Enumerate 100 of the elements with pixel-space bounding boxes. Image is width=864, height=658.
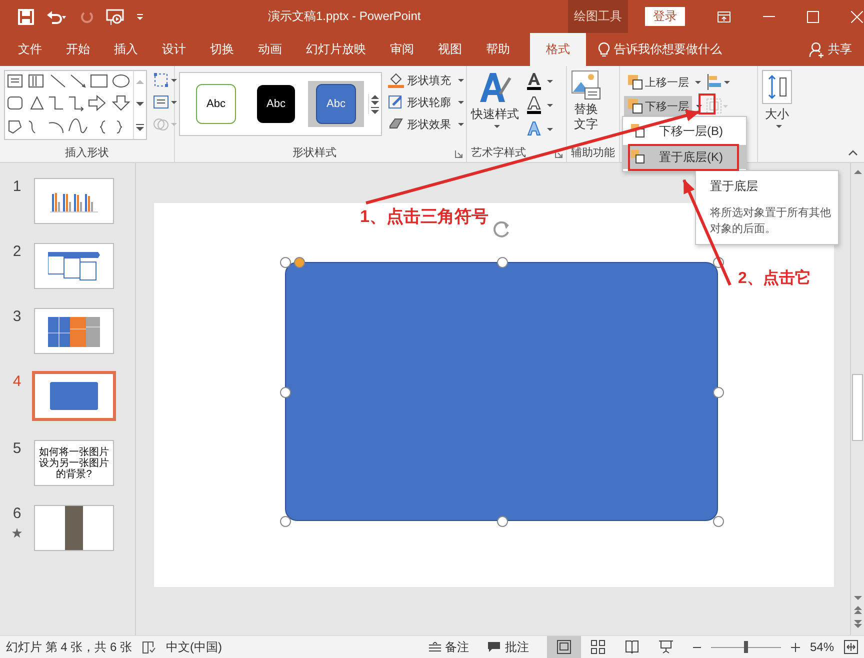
ribbon-tab[interactable]: 帮助: [474, 33, 522, 66]
book-icon: [624, 640, 639, 654]
close-icon[interactable]: [851, 10, 863, 22]
minimize-icon[interactable]: [763, 16, 775, 18]
slide-number: 2: [12, 243, 22, 260]
group-objects-icon[interactable]: [706, 98, 728, 114]
scroll-down-icon[interactable]: [371, 100, 379, 106]
zoom-percent[interactable]: 54%: [810, 640, 834, 654]
bring-forward-button[interactable]: 上移一层: [624, 72, 704, 92]
zoom-in-icon[interactable]: [790, 642, 800, 652]
layers-icon: [627, 98, 643, 114]
slideshow-icon[interactable]: [106, 8, 124, 26]
menu-item[interactable]: 下移一层(B): [623, 119, 746, 143]
annotation-text: 1、点击三角符号: [360, 206, 488, 228]
tell-me-search[interactable]: 告诉我你想要做什么: [598, 33, 722, 66]
text-effects-icon[interactable]: [525, 120, 555, 138]
scroll-up-icon[interactable]: [854, 169, 862, 175]
ribbon-tab[interactable]: 插入: [102, 33, 150, 66]
alt-text-button[interactable]: 替换文字: [571, 70, 601, 132]
scroll-up-icon[interactable]: [371, 94, 379, 100]
shape-format-button[interactable]: 形状填充: [388, 72, 464, 88]
text-fill-icon[interactable]: [525, 72, 555, 90]
resize-handle[interactable]: [713, 516, 724, 527]
fit-to-window-icon[interactable]: [844, 640, 858, 654]
more-icon[interactable]: [136, 123, 144, 131]
slide-number: 4: [12, 373, 22, 390]
resize-handle[interactable]: [280, 257, 291, 268]
rectangle-drawing: [50, 382, 98, 410]
dialog-launcher-icon[interactable]: [555, 150, 563, 158]
style-preset[interactable]: Abc: [308, 81, 364, 127]
adjust-handle[interactable]: [294, 257, 305, 268]
menu-item[interactable]: 置于底层(K): [623, 145, 746, 169]
slide-thumbnail[interactable]: [34, 505, 114, 551]
layers-icon: [627, 74, 643, 90]
slide-thumbnail[interactable]: [34, 243, 114, 289]
ribbon-tab[interactable]: 设计: [150, 33, 198, 66]
ribbon-tab[interactable]: 幻灯片放映: [294, 33, 378, 66]
login-button[interactable]: 登录: [645, 7, 685, 26]
normal-view-icon: [556, 640, 571, 654]
slide-thumbnail[interactable]: [32, 371, 116, 421]
resize-handle[interactable]: [713, 386, 724, 398]
layers-icon: [631, 150, 645, 164]
ribbon-tab[interactable]: 文件: [6, 33, 54, 66]
resize-handle[interactable]: [280, 516, 291, 527]
scroll-thumb[interactable]: [852, 374, 863, 441]
share-button[interactable]: 共享: [809, 33, 852, 66]
slide-count: 幻灯片 第 4 张，共 6 张: [6, 638, 132, 656]
group-label: 辅助功能: [571, 146, 615, 161]
comments-button[interactable]: 批注: [486, 638, 529, 656]
context-tab-label: 绘图工具: [568, 0, 628, 33]
quick-styles-button[interactable]: 快速样式: [471, 70, 519, 128]
highlight-frame: [698, 94, 716, 114]
boxes-drawing: [48, 250, 100, 282]
lightbulb-icon: [598, 42, 610, 58]
text-box-icon[interactable]: [153, 94, 177, 110]
next-slide-icon[interactable]: [854, 619, 862, 629]
shape-format-button[interactable]: 形状效果: [388, 116, 464, 132]
picture-icon: [571, 70, 601, 100]
edit-shape-icon[interactable]: [153, 72, 177, 88]
shapes-gallery[interactable]: [4, 70, 147, 140]
scroll-down-icon[interactable]: [854, 595, 862, 601]
more-icon[interactable]: [371, 106, 379, 114]
group-label: 艺术字样式: [471, 146, 527, 161]
language-label[interactable]: 中文(中国): [166, 638, 222, 656]
slide-thumbnail[interactable]: 如何将一张图片设为另一张图片的背景?: [34, 440, 114, 486]
vertical-scrollbar[interactable]: [850, 163, 864, 635]
ribbon-tab[interactable]: 动画: [246, 33, 294, 66]
view-button[interactable]: [546, 636, 581, 658]
ribbon-tab[interactable]: 格式: [530, 33, 586, 66]
dialog-launcher-icon[interactable]: [455, 150, 463, 158]
comment-icon: [486, 641, 501, 653]
notes-button[interactable]: 备注: [428, 638, 469, 656]
slide-thumbnail[interactable]: [34, 178, 114, 224]
size-button[interactable]: 大小: [762, 70, 792, 128]
ribbon-tab[interactable]: 切换: [198, 33, 246, 66]
save-icon[interactable]: [18, 8, 34, 24]
maximize-icon[interactable]: [807, 10, 819, 22]
ribbon-display-icon[interactable]: [717, 10, 731, 22]
slide-thumbnail[interactable]: [34, 308, 114, 354]
resize-handle[interactable]: [496, 516, 508, 527]
undo-icon[interactable]: [46, 8, 68, 24]
tooltip-title: 置于底层: [710, 178, 759, 195]
pencil-icon: [388, 94, 404, 110]
resize-handle[interactable]: [280, 386, 291, 398]
ribbon-tab[interactable]: 审阅: [378, 33, 426, 66]
text-outline-icon[interactable]: [525, 96, 555, 114]
group-label: 插入形状: [64, 146, 110, 161]
ribbon-tab[interactable]: 开始: [54, 33, 102, 66]
shape-format-button[interactable]: 形状轮廓: [388, 94, 464, 110]
scroll-down-icon[interactable]: [136, 101, 144, 107]
align-icon[interactable]: [706, 74, 730, 90]
customize-caret-icon[interactable]: [136, 12, 144, 20]
spellcheck-icon[interactable]: [142, 640, 156, 654]
window-title: 演示文稿1.pptx - PowerPoint: [268, 8, 422, 25]
previous-slide-icon[interactable]: [854, 605, 862, 615]
ribbon-tab[interactable]: 视图: [426, 33, 474, 66]
resize-handle[interactable]: [496, 257, 508, 268]
layers-icon: [631, 124, 645, 138]
collapse-ribbon-icon[interactable]: [848, 150, 858, 156]
zoom-slider-thumb[interactable]: [744, 641, 748, 653]
